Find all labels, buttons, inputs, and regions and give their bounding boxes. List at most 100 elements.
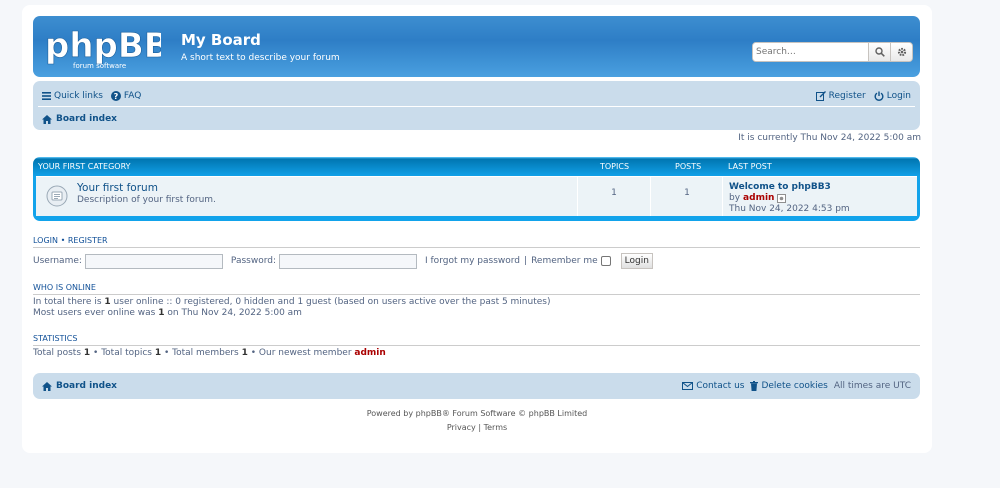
forum-title-link[interactable]: Your first forum — [77, 182, 158, 194]
quick-links-menu[interactable]: Quick links — [42, 91, 103, 101]
trash-icon — [750, 381, 759, 391]
current-time: It is currently Thu Nov 24, 2022 5:00 am — [738, 133, 921, 143]
newest-member-link[interactable]: admin — [354, 348, 385, 358]
password-field[interactable] — [279, 253, 417, 269]
online-text: In total there is — [33, 297, 102, 307]
online-text: user online :: 0 registered, 0 hidden an… — [113, 297, 551, 307]
site-logo[interactable]: phpBB forum software — [43, 23, 161, 71]
hamburger-icon — [42, 92, 51, 100]
delete-cookies-label: Delete cookies — [761, 381, 828, 391]
stat-label: • Total topics — [93, 348, 152, 358]
stat-label: • Our newest member — [250, 348, 352, 358]
col-separator — [722, 177, 723, 216]
title-bullet: • — [60, 236, 66, 245]
forum-read-icon — [46, 185, 68, 207]
last-post-date: Thu Nov 24, 2022 4:53 pm — [729, 204, 850, 214]
question-icon: ? — [110, 91, 121, 101]
svg-text:?: ? — [114, 92, 119, 101]
stat-label: • Total members — [163, 348, 239, 358]
navbar-divider — [38, 106, 915, 107]
category-name[interactable]: YOUR FIRST CATEGORY — [38, 162, 131, 171]
timezone-value: UTC — [893, 381, 911, 391]
contact-us-label: Contact us — [696, 381, 745, 391]
login-section-title: LOGIN • REGISTER — [33, 236, 920, 248]
register-link[interactable]: Register — [815, 91, 866, 101]
delete-cookies-link[interactable]: Delete cookies — [750, 381, 828, 391]
view-latest-post-icon[interactable] — [777, 193, 787, 203]
navbar: Quick links ? FAQ Register Login Board i… — [33, 81, 920, 130]
faq-label: FAQ — [123, 91, 142, 101]
stat-value: 1 — [83, 348, 91, 358]
col-posts: POSTS — [675, 162, 702, 171]
statistics-line: Total posts 1 • Total topics 1 • Total m… — [33, 348, 386, 358]
record-count: 1 — [158, 308, 165, 318]
statistics-title: STATISTICS — [33, 334, 920, 346]
forgot-password-link[interactable]: I forgot my password — [425, 256, 520, 266]
search-icon — [874, 47, 885, 57]
quick-links-label: Quick links — [54, 91, 103, 101]
advanced-search-button[interactable] — [890, 43, 912, 61]
last-post-by-label: by — [729, 193, 741, 203]
stat-value: 1 — [241, 348, 248, 358]
breadcrumb-board-index[interactable]: Board index — [42, 114, 117, 124]
home-icon — [42, 114, 52, 124]
forum-posts-count: 1 — [684, 188, 690, 198]
privacy-link[interactable]: Privacy — [447, 423, 476, 432]
logo-text: phpBB — [45, 26, 161, 66]
login-link[interactable]: Login — [874, 91, 911, 101]
forum-row: Your first forum Description of your fir… — [36, 176, 917, 216]
powered-by: Powered by phpBB® Forum Software © phpBB… — [366, 409, 588, 418]
col-separator — [577, 177, 578, 216]
online-line-2: Most users ever online was 1 on Thu Nov … — [33, 308, 302, 318]
remember-me-label: Remember me — [531, 256, 598, 266]
breadcrumb-label: Board index — [56, 114, 117, 124]
search-input[interactable] — [753, 43, 868, 61]
username-field[interactable] — [84, 253, 223, 269]
remember-me-checkbox[interactable] — [600, 256, 611, 266]
col-separator — [650, 177, 651, 216]
footer-breadcrumb-board-index[interactable]: Board index — [42, 381, 117, 391]
gear-icon — [897, 47, 906, 57]
page-wrapper: phpBB forum software My Board A short te… — [22, 5, 932, 453]
timezone-text: All times are UTC — [834, 381, 911, 391]
record-text: on Thu Nov 24, 2022 5:00 am — [167, 308, 302, 318]
who-is-online-title[interactable]: WHO IS ONLINE — [33, 283, 920, 295]
contact-us-link[interactable]: Contact us — [682, 381, 744, 391]
stat-value: 1 — [154, 348, 162, 358]
last-post-by: by admin — [729, 193, 787, 203]
last-post-author-link[interactable]: admin — [743, 193, 774, 203]
username-label: Username: — [33, 256, 82, 266]
footer-links: Privacy | Terms — [22, 423, 932, 432]
search-button[interactable] — [868, 43, 890, 61]
timezone-label: All times are — [833, 381, 891, 391]
login-button[interactable]: Login — [620, 253, 653, 269]
search-box — [752, 42, 913, 62]
col-last-post: LAST POST — [728, 162, 772, 171]
stat-label: Total posts — [33, 348, 82, 358]
password-label: Password: — [230, 256, 276, 266]
category-header: YOUR FIRST CATEGORY TOPICS POSTS LAST PO… — [37, 162, 916, 176]
terms-link[interactable]: Terms — [484, 423, 508, 432]
site-title: My Board — [181, 31, 261, 49]
edit-icon — [815, 91, 826, 101]
forum-description: Description of your first forum. — [77, 195, 216, 205]
forum-topics-count: 1 — [611, 188, 617, 198]
footer-breadcrumb-label: Board index — [56, 381, 117, 391]
envelope-icon — [682, 382, 694, 390]
faq-link[interactable]: ? FAQ — [110, 91, 142, 101]
login-title-link[interactable]: LOGIN — [33, 236, 58, 245]
logo-sub: forum software — [73, 62, 126, 70]
header-bar: phpBB forum software My Board A short te… — [33, 16, 920, 77]
site-description: A short text to describe your forum — [181, 53, 340, 63]
login-form: Username: Password: I forgot my password… — [33, 253, 653, 269]
register-title-link[interactable]: REGISTER — [68, 236, 108, 245]
category-box: YOUR FIRST CATEGORY TOPICS POSTS LAST PO… — [33, 157, 920, 221]
home-icon — [42, 381, 52, 391]
separator: | — [524, 256, 528, 266]
power-icon — [874, 91, 884, 101]
online-line-1: In total there is 1 user online :: 0 reg… — [33, 297, 550, 307]
last-post-title-link[interactable]: Welcome to phpBB3 — [729, 182, 831, 192]
footer-separator: | — [478, 423, 482, 432]
col-topics: TOPICS — [600, 162, 630, 171]
login-label: Login — [886, 91, 911, 101]
